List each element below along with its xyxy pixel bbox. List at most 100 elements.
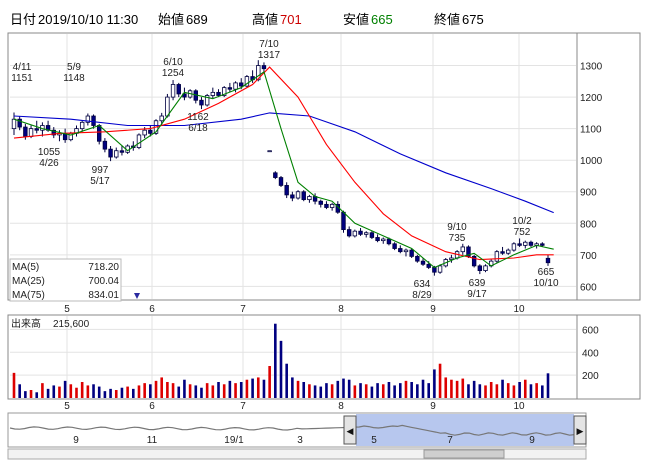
candle bbox=[295, 190, 301, 200]
candle bbox=[261, 62, 267, 72]
volume-bar bbox=[109, 388, 112, 398]
price-header: 日付 2019/10/10 11:30 始値 689 高値 701 安値 665… bbox=[10, 12, 484, 27]
candle-body bbox=[91, 115, 96, 126]
navigator-left-handle[interactable]: ◀ bbox=[343, 415, 357, 445]
date-label: 日付 bbox=[10, 12, 36, 27]
candle-body bbox=[358, 230, 363, 235]
candle-body bbox=[426, 263, 431, 268]
candle bbox=[85, 113, 91, 126]
candle-body bbox=[392, 243, 397, 249]
volume-x-ticks: 5 6 7 8 9 10 bbox=[64, 401, 525, 412]
candle-body bbox=[79, 121, 85, 130]
volume-bar bbox=[177, 386, 181, 398]
volume-bar bbox=[359, 383, 362, 398]
navigator-label: 11 bbox=[147, 435, 158, 446]
volume-bar bbox=[211, 385, 215, 398]
volume-bar bbox=[410, 382, 413, 398]
navigator-label: 9 bbox=[73, 435, 79, 446]
candle bbox=[477, 264, 483, 275]
candle-body bbox=[284, 185, 289, 196]
volume-y-ticks: 200 400 600 bbox=[582, 325, 599, 382]
volume-bar bbox=[427, 383, 431, 398]
volume-bar bbox=[131, 388, 135, 398]
volume-bar bbox=[393, 385, 396, 398]
volume-title: 出来高 bbox=[11, 317, 41, 330]
annotation-label: 5/17 bbox=[90, 176, 110, 187]
candle-body bbox=[460, 246, 465, 253]
candle bbox=[108, 145, 113, 162]
candle-body bbox=[159, 115, 164, 122]
navigator-label: 9 bbox=[529, 435, 535, 446]
volume-bars bbox=[12, 323, 550, 398]
volume-bar bbox=[143, 383, 146, 398]
price-y-tick-label: 1100 bbox=[580, 125, 602, 136]
candle bbox=[460, 243, 465, 255]
navigator-right-handle[interactable]: ▶ bbox=[573, 415, 587, 445]
volume-bar bbox=[467, 384, 470, 398]
volume-bar bbox=[35, 392, 39, 398]
volume-bar bbox=[489, 382, 493, 398]
candle bbox=[102, 138, 108, 153]
volume-bar bbox=[285, 363, 288, 398]
volume-value: 215,600 bbox=[53, 319, 90, 330]
candle-body bbox=[295, 191, 301, 199]
volume-bar bbox=[154, 380, 158, 398]
price-y-tick-label: 900 bbox=[580, 188, 597, 199]
candle bbox=[199, 97, 204, 110]
volume-bar bbox=[18, 384, 21, 398]
volume-bar bbox=[364, 384, 368, 398]
candle bbox=[545, 254, 551, 266]
volume-bar bbox=[41, 383, 44, 398]
open-label: 始値 bbox=[158, 12, 184, 27]
annotation-label: 1317 bbox=[258, 50, 281, 61]
price-x-tick-label: 10 bbox=[513, 304, 525, 315]
candle-body bbox=[267, 150, 272, 153]
price-y-tick-label: 1300 bbox=[580, 62, 603, 73]
candle bbox=[364, 231, 369, 238]
candle bbox=[62, 128, 68, 143]
annotation-label: 665 bbox=[538, 267, 555, 278]
volume-bar bbox=[274, 323, 277, 398]
candle bbox=[227, 82, 233, 93]
marker-triangle-icon bbox=[134, 293, 140, 299]
volume-bar bbox=[103, 391, 107, 398]
candle-body bbox=[273, 172, 278, 178]
volume-bar bbox=[52, 385, 56, 398]
volume-bar bbox=[461, 378, 465, 398]
price-y-tick-label: 1000 bbox=[580, 156, 603, 167]
volume-bar bbox=[46, 388, 50, 398]
candle bbox=[466, 245, 471, 258]
candle-body bbox=[540, 243, 545, 246]
volume-bar bbox=[506, 383, 510, 398]
stock-chart-window: 日付 2019/10/10 11:30 始値 689 高値 701 安値 665… bbox=[0, 0, 652, 469]
candle bbox=[506, 248, 511, 255]
candle-body bbox=[318, 200, 323, 205]
ma25-label: MA(25) bbox=[12, 276, 45, 287]
volume-bar bbox=[370, 386, 374, 398]
volume-bar bbox=[438, 363, 442, 398]
candle-body bbox=[216, 91, 221, 96]
candle-body bbox=[386, 238, 392, 245]
annotation-label: 7/10 bbox=[259, 39, 279, 50]
high-label: 高値 bbox=[252, 12, 278, 27]
candle bbox=[244, 75, 250, 88]
volume-bar bbox=[512, 385, 516, 398]
annotation-label: 752 bbox=[514, 227, 531, 238]
volume-bar bbox=[268, 366, 271, 398]
ma25-line bbox=[13, 66, 554, 261]
candle bbox=[136, 133, 142, 150]
ma75-label: MA(75) bbox=[12, 290, 45, 301]
navigator-scrollbar-thumb[interactable] bbox=[423, 449, 505, 459]
volume-bar bbox=[347, 379, 351, 398]
volume-x-tick-label: 10 bbox=[513, 401, 525, 412]
volume-bar bbox=[302, 382, 306, 398]
volume-bar bbox=[114, 390, 118, 398]
datetime-value: 2019/10/10 11:30 bbox=[38, 12, 138, 27]
candle bbox=[170, 80, 176, 101]
candle-body bbox=[329, 203, 335, 208]
candle bbox=[471, 254, 477, 268]
candle bbox=[273, 171, 278, 180]
annotation-label: 634 bbox=[414, 279, 431, 290]
navigator-selection-window[interactable] bbox=[356, 414, 574, 446]
volume-bar bbox=[404, 380, 408, 398]
